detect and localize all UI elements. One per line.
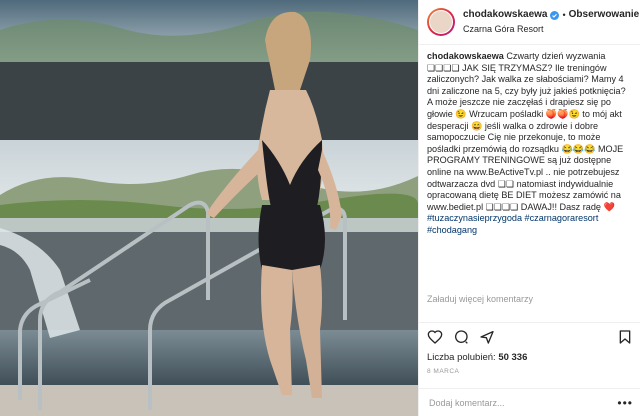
header-row: chodakowskaewa • Obserwowanie <box>463 8 639 22</box>
avatar-image <box>429 10 453 34</box>
username-link[interactable]: chodakowskaewa <box>463 8 547 22</box>
post-caption: chodakowskaewa Czwarty dzień wyzwania ❏❏… <box>419 45 640 291</box>
header-text: chodakowskaewa • Obserwowanie Czarna Gór… <box>463 8 639 36</box>
load-more-comments-button[interactable]: Załaduj więcej komentarzy <box>419 291 640 311</box>
share-icon[interactable] <box>479 329 495 345</box>
post-header: chodakowskaewa • Obserwowanie Czarna Gór… <box>419 0 640 45</box>
follow-button[interactable]: Obserwowanie <box>569 8 640 22</box>
post-side-panel: chodakowskaewa • Obserwowanie Czarna Gór… <box>418 0 640 416</box>
caption-author[interactable]: chodakowskaewa <box>427 51 504 61</box>
verified-badge-icon <box>550 10 560 20</box>
location-link[interactable]: Czarna Góra Resort <box>463 22 639 36</box>
comment-options-icon[interactable]: ••• <box>617 396 633 410</box>
caption-hashtags[interactable]: #tuzaczynasieprzygoda #czarnagoraresort … <box>427 213 598 235</box>
likes-count[interactable]: Liczba polubień: 50 336 <box>427 352 527 363</box>
caption-text: Czwarty dzień wyzwania ❏❏❏❏ JAK SIĘ TRZY… <box>427 51 626 212</box>
likes-number: 50 336 <box>498 352 528 363</box>
heart-icon[interactable] <box>427 329 443 345</box>
action-bar <box>419 322 640 350</box>
likes-label: Liczba polubień: <box>427 352 496 363</box>
bookmark-icon[interactable] <box>617 329 633 345</box>
comment-form: ••• <box>419 388 640 416</box>
header-separator: • <box>562 10 566 20</box>
pool-scene-image <box>0 0 418 416</box>
instagram-post: chodakowskaewa • Obserwowanie Czarna Gór… <box>0 0 640 416</box>
comment-icon[interactable] <box>453 329 469 345</box>
post-date: 8 MARCA <box>427 368 460 375</box>
comment-input[interactable] <box>427 396 618 409</box>
avatar[interactable] <box>427 8 455 36</box>
post-photo[interactable] <box>0 0 418 416</box>
